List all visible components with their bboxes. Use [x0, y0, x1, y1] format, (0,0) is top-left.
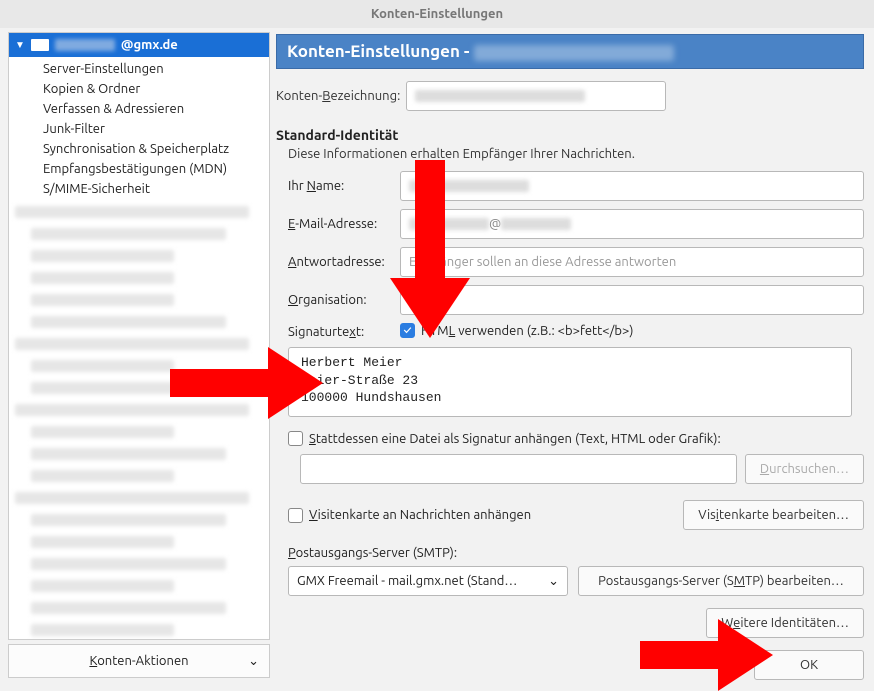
html-checkbox-label: HTML verwenden (z.B.: <b>fett</b>) — [421, 324, 633, 338]
signature-file-input[interactable] — [300, 454, 737, 484]
name-input[interactable] — [400, 171, 864, 201]
identity-form: Ihr Name: E-Mail-Adresse: @ Antwortadres… — [288, 171, 864, 339]
signature-label: Signaturtext: — [288, 323, 400, 339]
account-children: Server-Einstellungen Kopien & Ordner Ver… — [9, 57, 269, 201]
email-label: E-Mail-Adresse: — [288, 217, 400, 231]
account-root[interactable]: ▼ @gmx.de — [9, 33, 269, 57]
identity-section-title: Standard-Identität — [276, 127, 864, 143]
org-input[interactable] — [400, 285, 864, 315]
account-actions-label: Konten-Aktionen — [89, 654, 188, 668]
sidebar-item-sync[interactable]: Synchronisation & Speicherplatz — [39, 139, 269, 159]
content-header: Konten-Einstellungen - — [276, 34, 864, 69]
chevron-down-icon: ⌄ — [548, 574, 559, 589]
account-name-label: Konten-Bezeichnung: — [276, 89, 406, 103]
email-input[interactable]: @ — [400, 209, 864, 239]
sidebar-item-server[interactable]: Server-Einstellungen — [39, 59, 269, 79]
sidebar-item-compose[interactable]: Verfassen & Adressieren — [39, 99, 269, 119]
expand-icon: ▼ — [15, 33, 25, 57]
signature-file-row: Stattdessen eine Datei als Signatur anhä… — [288, 431, 864, 446]
smtp-select[interactable]: GMX Freemail - mail.gmx.net (Stand… ⌄ — [288, 566, 568, 596]
name-label: Ihr Name: — [288, 179, 400, 193]
vcard-edit-button[interactable]: Visitenkarte bearbeiten… — [683, 500, 864, 530]
signature-file-checkbox[interactable] — [288, 431, 303, 446]
reply-label: Antwortadresse: — [288, 255, 400, 269]
account-name-blur — [55, 39, 115, 51]
header-account-blur — [474, 45, 674, 61]
sidebar: ▼ @gmx.de Server-Einstellungen Kopien & … — [0, 28, 270, 682]
content-panel: Konten-Einstellungen - Konten-Bezeichnun… — [270, 28, 874, 682]
identity-section-desc: Diese Informationen erhalten Empfänger I… — [288, 147, 864, 161]
smtp-label: Postausgangs-Server (SMTP): — [288, 546, 864, 560]
org-label: Organisation: — [288, 293, 400, 307]
smtp-row: GMX Freemail - mail.gmx.net (Stand… ⌄ Po… — [288, 566, 864, 596]
chevron-down-icon: ⌄ — [248, 654, 259, 669]
account-tree[interactable]: ▼ @gmx.de Server-Einstellungen Kopien & … — [8, 32, 270, 640]
sidebar-item-copies[interactable]: Kopien & Ordner — [39, 79, 269, 99]
smtp-edit-button[interactable]: Postausgangs-Server (SMTP) bearbeiten… — [578, 566, 864, 596]
sidebar-item-mdn[interactable]: Empfangsbestätigungen (MDN) — [39, 159, 269, 179]
signature-file-input-row: Durchsuchen… — [300, 454, 864, 484]
more-identities-button[interactable]: Weitere Identitäten… — [706, 608, 864, 638]
account-name-value-blur — [415, 90, 585, 102]
account-name-row: Konten-Bezeichnung: — [276, 81, 864, 111]
vcard-row: Visitenkarte an Nachrichten anhängen Vis… — [288, 500, 864, 530]
account-name-input[interactable] — [406, 81, 666, 111]
sidebar-item-smime[interactable]: S/MIME-Sicherheit — [39, 179, 269, 199]
signature-file-label: Stattdessen eine Datei als Signatur anhä… — [309, 432, 721, 446]
reply-input[interactable] — [400, 247, 864, 277]
mail-icon — [31, 39, 49, 51]
main-container: ▼ @gmx.de Server-Einstellungen Kopien & … — [0, 28, 874, 682]
account-actions-dropdown[interactable]: Konten-Aktionen ⌄ — [8, 644, 270, 678]
signature-textarea[interactable]: Herbert Meier Meier-Straße 23 100000 Hun… — [288, 347, 852, 417]
sidebar-item-junk[interactable]: Junk-Filter — [39, 119, 269, 139]
ok-button[interactable]: OK — [754, 650, 864, 680]
html-checkbox[interactable] — [400, 323, 415, 338]
vcard-checkbox[interactable] — [288, 508, 303, 523]
window-title: Konten-Einstellungen — [0, 0, 874, 28]
account-domain: @gmx.de — [121, 33, 178, 57]
browse-button[interactable]: Durchsuchen… — [745, 454, 864, 484]
vcard-label: Visitenkarte an Nachrichten anhängen — [309, 508, 531, 522]
blurred-accounts — [9, 201, 269, 640]
